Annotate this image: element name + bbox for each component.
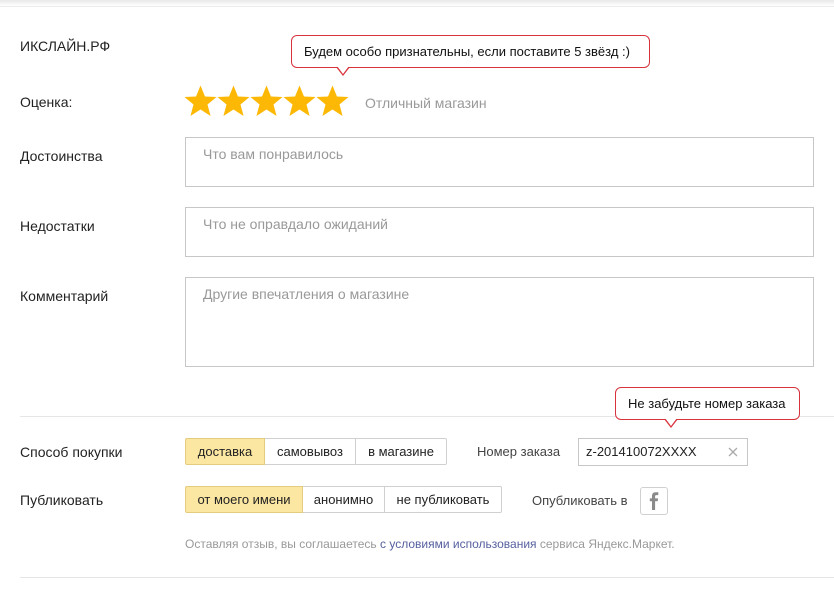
star-icon[interactable] [217, 84, 250, 118]
order-hint-text: Не забудьте номер заказа [628, 396, 786, 411]
order-number-label: Номер заказа [477, 444, 561, 459]
purchase-method-label: Способ покупки [20, 444, 123, 460]
cons-label: Недостатки [20, 218, 95, 234]
tooltip-tail [336, 66, 350, 76]
rating-label: Оценка: [20, 94, 73, 110]
facebook-share-button[interactable] [640, 487, 668, 515]
order-hint-tooltip: Не забудьте номер заказа [615, 387, 800, 428]
rating-stars[interactable] [184, 84, 349, 118]
purchase-method-switch: доставка самовывоз в магазине [185, 438, 447, 465]
purchase-option-pickup[interactable]: самовывоз [265, 438, 356, 465]
publish-option-my-name[interactable]: от моего имени [185, 486, 303, 513]
cons-field[interactable] [185, 207, 814, 257]
top-bar [0, 0, 834, 7]
pros-label: Достоинства [20, 148, 103, 164]
tooltip-tail [664, 418, 678, 428]
comment-field[interactable] [185, 277, 814, 367]
publish-switch: от моего имени анонимно не публиковать [185, 486, 502, 513]
pros-field[interactable] [185, 137, 814, 187]
rating-text: Отличный магазин [365, 95, 487, 111]
terms-suffix: сервиса Яндекс.Маркет. [536, 537, 675, 551]
star-icon[interactable] [316, 84, 349, 118]
close-icon[interactable] [726, 445, 740, 459]
order-number-input[interactable] [586, 444, 718, 459]
terms-agreement: Оставляя отзыв, вы соглашаетесь с услови… [185, 537, 675, 551]
shop-name: ИКСЛАЙН.РФ [20, 38, 111, 54]
publish-label: Публиковать [20, 492, 104, 508]
facebook-icon [649, 492, 659, 510]
purchase-option-delivery[interactable]: доставка [185, 438, 265, 465]
publish-in-label: Опубликовать в [532, 493, 628, 508]
terms-link[interactable]: с условиями использования [380, 537, 537, 551]
terms-prefix: Оставляя отзыв, вы соглашаетесь [185, 537, 381, 551]
divider [20, 577, 834, 578]
star-icon[interactable] [250, 84, 283, 118]
purchase-option-in-store[interactable]: в магазине [356, 438, 447, 465]
comment-label: Комментарий [20, 288, 109, 304]
star-icon[interactable] [184, 84, 217, 118]
star-icon[interactable] [283, 84, 316, 118]
order-number-field[interactable] [578, 438, 748, 466]
publish-option-anonymous[interactable]: анонимно [303, 486, 385, 513]
publish-option-none[interactable]: не публиковать [385, 486, 502, 513]
stars-hint-tooltip: Будем особо признательны, если поставите… [291, 35, 650, 76]
stars-hint-text: Будем особо признательны, если поставите… [304, 44, 630, 59]
